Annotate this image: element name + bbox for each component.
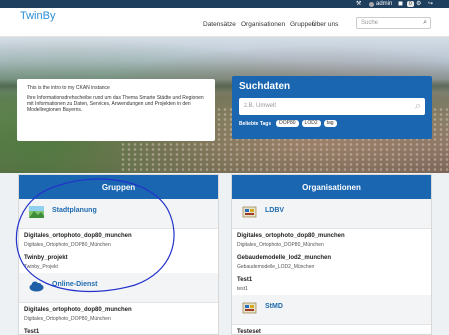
group-stadtplanung[interactable]: Stadtplanung [19, 199, 218, 229]
header-search-placeholder: Suche [361, 20, 379, 26]
intro-line: This is the intro to my CKAN instance [27, 85, 110, 91]
masthead: TwinBy Datensätze Organisationen Gruppen… [0, 8, 449, 37]
notification-count: 0 [407, 1, 414, 7]
hero-banner: This is the intro to my CKAN instance Ih… [0, 37, 449, 173]
search-panel: Suchdaten z.B. Umwelt ⌕ Beliebte Tags DO… [232, 76, 432, 139]
dataset-title[interactable]: Testeset [237, 329, 261, 334]
popular-tags: Beliebte Tags DOP80 LOD2 tag [239, 120, 425, 127]
search-panel-title: Suchdaten [239, 81, 291, 92]
landscape-icon [29, 206, 44, 218]
dashboard-icon[interactable]: ◼ [398, 0, 403, 8]
notification-badge[interactable]: 0 [407, 0, 414, 8]
dataset-subtitle: Twinby_Projekt [24, 264, 58, 270]
dataset-title[interactable]: Digitales_ortophoto_dop80_munchen [24, 233, 132, 239]
tag-tag[interactable]: tag [323, 120, 337, 127]
dataset-title[interactable]: Digitales_ortophoto_dop80_munchen [24, 307, 132, 313]
groups-panel: Gruppen Stadtplanung Digitales_ortophoto… [18, 174, 219, 335]
search-icon[interactable]: ⌕ [415, 98, 421, 115]
dataset-title[interactable]: Twinby_projekt [24, 255, 68, 261]
account-bar: ⚒ admin ◼ 0 ⚙ ↪ [0, 0, 449, 8]
organizations-panel: Organisationen LDBV Digitales_ortophoto_… [231, 174, 432, 335]
organization-name[interactable]: LDBV [265, 207, 284, 214]
logout-icon[interactable]: ↪ [428, 0, 433, 8]
bavarian-crest-icon [242, 302, 257, 314]
dataset-item[interactable]: Gebaudemodelle_lod2_munchen Gebaudemodel… [232, 251, 431, 273]
dataset-search-placeholder: z.B. Umwelt [244, 103, 277, 109]
bavarian-crest-icon [242, 206, 257, 218]
user-menu[interactable]: admin [369, 0, 392, 8]
settings-icon[interactable]: ⚙ [416, 0, 421, 8]
dataset-title[interactable]: Gebaudemodelle_lod2_munchen [237, 255, 331, 261]
dataset-item[interactable]: Test1 test1 [232, 273, 431, 295]
sysadmin-icon[interactable]: ⚒ [356, 0, 361, 8]
dataset-item[interactable]: Testeset [232, 325, 431, 334]
org-stmd[interactable]: StMD [232, 295, 431, 325]
dataset-search-input[interactable]: z.B. Umwelt ⌕ [239, 98, 425, 115]
intro-text: Ihre Informationsdrehscheibe rund um das… [27, 95, 204, 113]
dataset-subtitle: Digitales_Ortophoto_DOP80_München [24, 316, 111, 322]
group-name[interactable]: Online-Dienst [52, 281, 98, 288]
group-online-dienst[interactable]: Online-Dienst [19, 273, 218, 303]
dataset-title[interactable]: Digitales_ortophoto_dop80_munchen [237, 233, 345, 239]
popular-tags-label: Beliebte Tags [239, 120, 272, 127]
nav-datasets[interactable]: Datensätze [203, 21, 236, 28]
dataset-item[interactable]: Digitales_ortophoto_dop80_munchen Digita… [19, 229, 218, 251]
header-search-input[interactable]: Suche ⌕ [356, 17, 431, 29]
organizations-header: Organisationen [232, 175, 431, 199]
tag-lod2[interactable]: LOD2 [301, 120, 321, 127]
cloud-icon [29, 281, 44, 292]
site-logo[interactable]: TwinBy [20, 10, 55, 22]
dataset-subtitle: Digitales_Ortophoto_DOP80_München [237, 242, 324, 248]
nav-organizations[interactable]: Organisationen [241, 21, 285, 28]
organization-name[interactable]: StMD [265, 303, 283, 310]
org-ldbv[interactable]: LDBV [232, 199, 431, 229]
dataset-item[interactable]: Digitales_ortophoto_dop80_munchen Digita… [19, 303, 218, 325]
groups-header: Gruppen [19, 175, 218, 199]
dataset-title[interactable]: Test1 [237, 277, 252, 283]
dataset-title[interactable]: Test1 [24, 329, 39, 334]
dataset-subtitle: Gebaudemodelle_LOD2_München [237, 264, 315, 270]
dataset-subtitle: test1 [237, 286, 248, 292]
intro-box: This is the intro to my CKAN instance Ih… [17, 79, 215, 141]
dataset-item[interactable]: Digitales_ortophoto_dop80_munchen Digita… [232, 229, 431, 251]
dataset-subtitle: Digitales_Ortophoto_DOP80_München [24, 242, 111, 248]
dataset-item[interactable]: Twinby_projekt Twinby_Projekt [19, 251, 218, 273]
tag-dop80[interactable]: DOP80 [276, 120, 299, 127]
dataset-item[interactable]: Test1 [19, 325, 218, 334]
search-icon[interactable]: ⌕ [423, 18, 427, 28]
avatar [369, 1, 374, 7]
username: admin [376, 1, 393, 7]
group-name[interactable]: Stadtplanung [52, 207, 97, 214]
nav-about[interactable]: Über uns [312, 21, 338, 28]
